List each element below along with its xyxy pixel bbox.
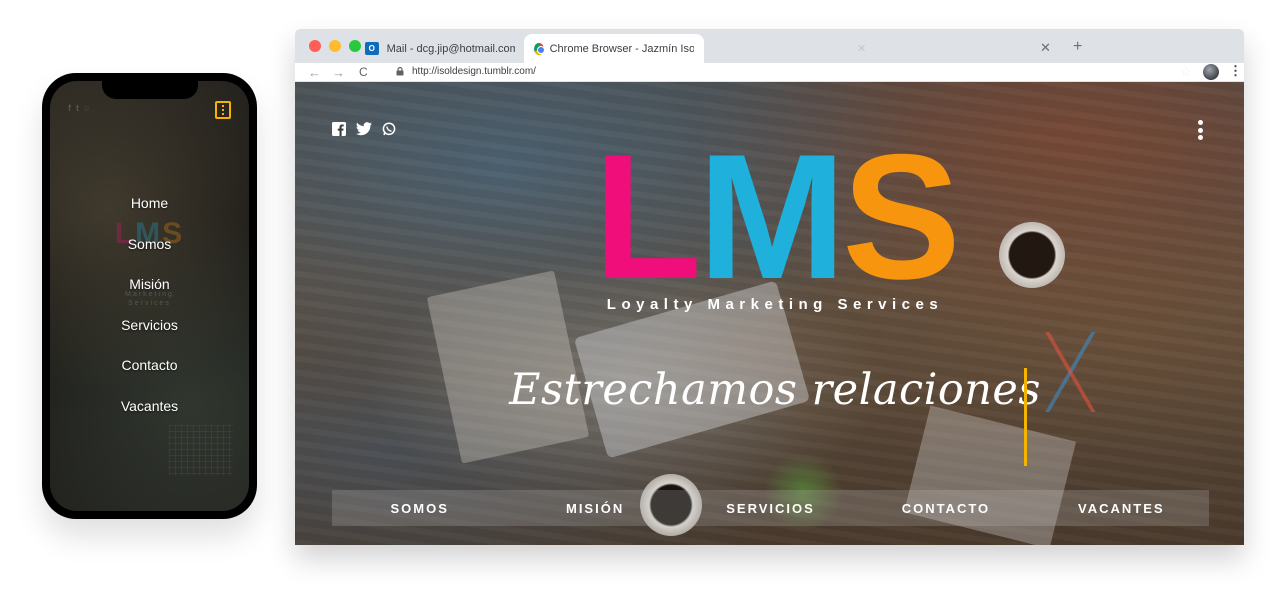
whatsapp-icon[interactable]: ○ — [84, 103, 89, 113]
whatsapp-icon[interactable] — [382, 122, 396, 136]
twitter-icon[interactable]: t — [76, 103, 79, 113]
site-menu-button[interactable] — [1197, 120, 1203, 140]
lms-logo: L M S — [555, 117, 995, 316]
phone-nav-menu: Home Somos Misión Servicios Contacto Vac… — [50, 193, 249, 436]
facebook-icon[interactable]: f — [68, 103, 71, 113]
phone-nav-mision[interactable]: Misión — [129, 274, 169, 315]
lock-icon — [396, 67, 404, 76]
forward-arrow-icon[interactable]: → — [332, 65, 345, 80]
nav-servicios[interactable]: SERVICIOS — [683, 501, 858, 516]
address-bar[interactable]: http://isoldesign.tumblr.com/ — [412, 66, 536, 77]
phone-social-icons: f t ○ — [68, 103, 89, 113]
outlook-icon: O — [365, 42, 379, 55]
logo-letter-s: S — [842, 117, 961, 316]
tab-label: Mail - dcg.jip@hotmail.com — [386, 42, 515, 55]
nav-mision[interactable]: MISIÓN — [507, 501, 682, 516]
phone-nav-servicios[interactable]: Servicios — [121, 315, 178, 356]
reload-icon[interactable]: C — [359, 65, 368, 79]
background-photo-coffee-cup — [999, 222, 1065, 288]
hero-headline: Estrechamos relaciones — [509, 365, 1041, 415]
main-nav-bar: SOMOS MISIÓN SERVICIOS CONTACTO VACANTES — [332, 490, 1209, 526]
typing-cursor — [1024, 368, 1027, 466]
browser-menu-icon[interactable]: ⋮ — [1229, 63, 1242, 79]
browser-toolbar: ← → C http://isoldesign.tumblr.com/ ☆ ⋮ — [295, 63, 1244, 82]
minimize-window-button[interactable] — [329, 40, 341, 52]
bookmark-star-icon[interactable]: ☆ — [1180, 64, 1192, 80]
close-tab-icon[interactable]: ✕ — [1040, 40, 1051, 56]
nav-vacantes[interactable]: VACANTES — [1034, 501, 1209, 516]
tab-chrome-browser[interactable]: Chrome Browser - Jazmín Isol Prado — [524, 34, 704, 63]
window-controls — [309, 40, 361, 52]
close-window-button[interactable] — [309, 40, 321, 52]
new-tab-icon[interactable]: + — [1073, 38, 1082, 56]
logo-letter-m: M — [697, 117, 846, 316]
nav-contacto[interactable]: CONTACTO — [858, 501, 1033, 516]
tab-mail[interactable]: O Mail - dcg.jip@hotmail.com — [355, 34, 525, 63]
nav-somos[interactable]: SOMOS — [332, 501, 507, 516]
tab-label: Chrome Browser - Jazmín Isol Prado — [549, 42, 694, 55]
hero-section: L M S Loyalty Marketing Services Estrech… — [295, 82, 1244, 545]
logo-tagline: Loyalty Marketing Services — [606, 296, 944, 313]
tab-bar: O Mail - dcg.jip@hotmail.com Chrome Brow… — [295, 29, 1244, 63]
close-icon[interactable]: ✕ — [857, 42, 866, 55]
phone-nav-somos[interactable]: Somos — [128, 234, 172, 275]
phone-nav-home[interactable]: Home — [131, 193, 168, 234]
phone-screen: f t ○ LMS Loyalty Marketing Services Hom… — [50, 81, 249, 511]
logo-letter-l: L — [593, 117, 702, 316]
phone-notch — [101, 81, 198, 99]
phone-mockup: f t ○ LMS Loyalty Marketing Services Hom… — [42, 73, 257, 519]
chrome-icon — [534, 42, 545, 55]
back-arrow-icon[interactable]: ← — [308, 65, 321, 80]
facebook-icon[interactable] — [332, 122, 346, 136]
browser-window: O Mail - dcg.jip@hotmail.com Chrome Brow… — [295, 29, 1244, 545]
twitter-icon[interactable] — [356, 122, 372, 136]
social-links — [332, 122, 396, 136]
phone-menu-button[interactable] — [215, 101, 231, 119]
phone-nav-contacto[interactable]: Contacto — [121, 355, 177, 396]
phone-nav-vacantes[interactable]: Vacantes — [121, 396, 178, 437]
profile-avatar[interactable] — [1203, 64, 1219, 80]
